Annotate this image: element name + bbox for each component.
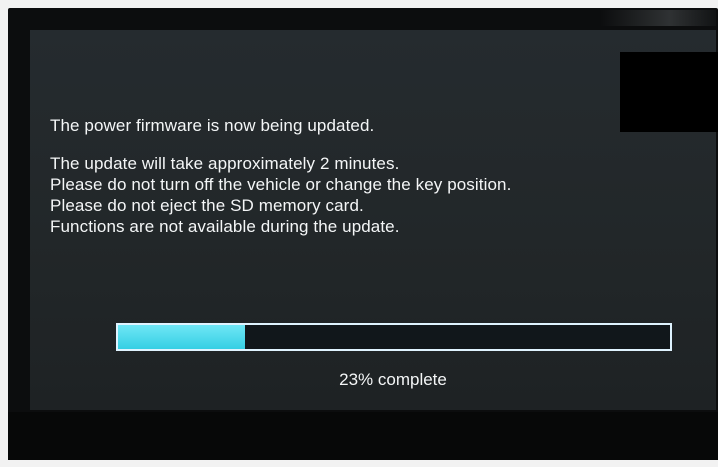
update-status-title: The power firmware is now being updated.: [50, 116, 375, 135]
instruction-sd-card: Please do not eject the SD memory card.: [50, 196, 364, 215]
device-photo: The power firmware is now being updated.…: [0, 0, 718, 467]
update-progress-bar: [116, 323, 672, 351]
screen-corner-patch: [620, 52, 718, 132]
instruction-duration: The update will take approximately 2 min…: [50, 154, 400, 173]
progress-label: 23% complete: [339, 370, 447, 389]
screen-glare: [600, 10, 716, 26]
instruction-functions: Functions are not available during the u…: [50, 217, 400, 236]
progress-fill: [118, 325, 245, 349]
bezel-bottom-edge: [8, 412, 718, 460]
update-instructions: The update will take approximately 2 min…: [50, 153, 511, 237]
instruction-vehicle: Please do not turn off the vehicle or ch…: [50, 175, 512, 194]
